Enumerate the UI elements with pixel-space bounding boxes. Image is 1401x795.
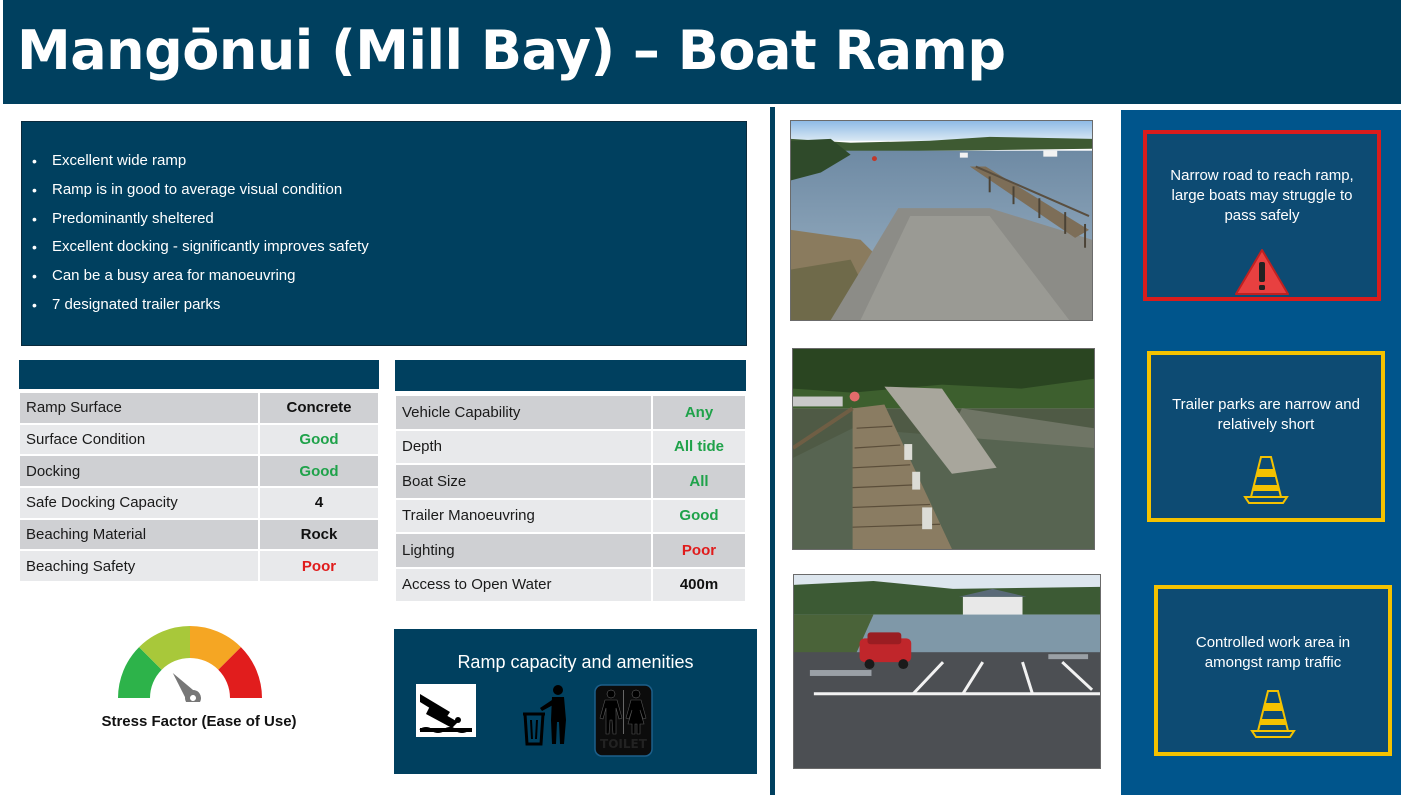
row-label: Docking	[18, 454, 260, 489]
summary-item: Ramp is in good to average visual condit…	[32, 179, 369, 208]
toilet-icon: TOILET	[594, 684, 653, 757]
summary-item: Predominantly sheltered	[32, 208, 369, 237]
table-row: Trailer Manoeuvring Good	[394, 497, 747, 534]
row-value: Rock	[258, 517, 380, 552]
page-title: Mangōnui (Mill Bay) – Boat Ramp	[17, 19, 1006, 82]
table-row: Beaching Safety Poor	[18, 549, 380, 584]
row-value: Good	[258, 422, 380, 457]
row-label: Beaching Material	[18, 517, 260, 552]
warning-card: Trailer parks are narrow and relatively …	[1147, 351, 1385, 522]
access-table: Vehicle Capability Any Depth All tide Boat…	[394, 394, 747, 603]
table-row: Vehicle Capability Any	[394, 394, 747, 431]
row-value: Poor	[258, 549, 380, 584]
row-label: Surface Condition	[18, 422, 260, 457]
table-row: Lighting Poor	[394, 532, 747, 569]
ramp-photo-3	[793, 574, 1101, 769]
ramp-photo-1	[790, 120, 1093, 321]
summary-item: Excellent docking - significantly improv…	[32, 236, 369, 265]
row-label: Vehicle Capability	[394, 394, 653, 431]
row-label: Safe Docking Capacity	[18, 486, 260, 520]
rubbish-bin-icon	[523, 685, 566, 746]
row-label: Lighting	[394, 532, 653, 569]
row-value: 400m	[651, 566, 747, 603]
row-label: Depth	[394, 428, 653, 465]
summary-item: Excellent wide ramp	[32, 150, 369, 179]
table-row: Depth All tide	[394, 428, 747, 465]
row-label: Boat Size	[394, 463, 653, 500]
warning-triangle-icon	[1235, 249, 1289, 295]
amenities-title: Ramp capacity and amenities	[457, 652, 694, 672]
row-value: Good	[651, 497, 747, 534]
summary-item: 7 designated trailer parks	[32, 294, 369, 323]
row-value: Good	[258, 454, 380, 489]
ramp-photo-2	[792, 348, 1095, 550]
row-label: Access to Open Water	[394, 566, 653, 603]
toilet-label: TOILET	[600, 737, 647, 751]
table-row: Surface Condition Good	[18, 422, 380, 457]
title-bar: Mangōnui (Mill Bay) – Boat Ramp	[3, 0, 1401, 104]
stress-gauge	[118, 626, 262, 702]
summary-list: Excellent wide ramp Ramp is in good to a…	[32, 150, 369, 323]
row-label: Ramp Surface	[18, 391, 260, 425]
traffic-cone-icon	[1250, 690, 1296, 738]
table-row: Ramp Surface Concrete	[18, 391, 380, 425]
amenities-box: Ramp capacity and amenities TOILET	[394, 629, 757, 774]
column-divider	[770, 107, 775, 795]
row-label: Trailer Manoeuvring	[394, 497, 653, 534]
summary-item: Can be a busy area for manoeuvring	[32, 265, 369, 294]
stress-gauge-label: Stress Factor (Ease of Use)	[101, 713, 297, 730]
warning-text: Trailer parks are narrow and relatively …	[1172, 396, 1360, 433]
table-row: Boat Size All	[394, 463, 747, 500]
warning-card: Controlled work area in amongst ramp tra…	[1154, 585, 1392, 756]
row-value: All	[651, 463, 747, 500]
boat-ramp-icon	[416, 684, 476, 737]
warning-text: Narrow road to reach ramp, large boats m…	[1170, 167, 1354, 224]
row-value: All tide	[651, 428, 747, 465]
row-value: 4	[258, 486, 380, 520]
summary-box: Excellent wide ramp Ramp is in good to a…	[21, 121, 747, 346]
table-row: Access to Open Water 400m	[394, 566, 747, 603]
access-table-header	[395, 360, 746, 391]
gauge-needle	[172, 673, 201, 702]
traffic-cone-icon	[1243, 456, 1289, 504]
warning-text: Controlled work area in amongst ramp tra…	[1195, 634, 1351, 671]
row-value: Concrete	[258, 391, 380, 425]
ramp-table-header	[19, 360, 379, 389]
row-label: Beaching Safety	[18, 549, 260, 584]
table-row: Beaching Material Rock	[18, 517, 380, 552]
warning-card: Narrow road to reach ramp, large boats m…	[1143, 130, 1381, 301]
table-row: Safe Docking Capacity 4	[18, 486, 380, 520]
row-value: Any	[651, 394, 747, 431]
row-value: Poor	[651, 532, 747, 569]
table-row: Docking Good	[18, 454, 380, 489]
ramp-table: Ramp Surface Concrete Surface Condition Go…	[18, 391, 380, 584]
